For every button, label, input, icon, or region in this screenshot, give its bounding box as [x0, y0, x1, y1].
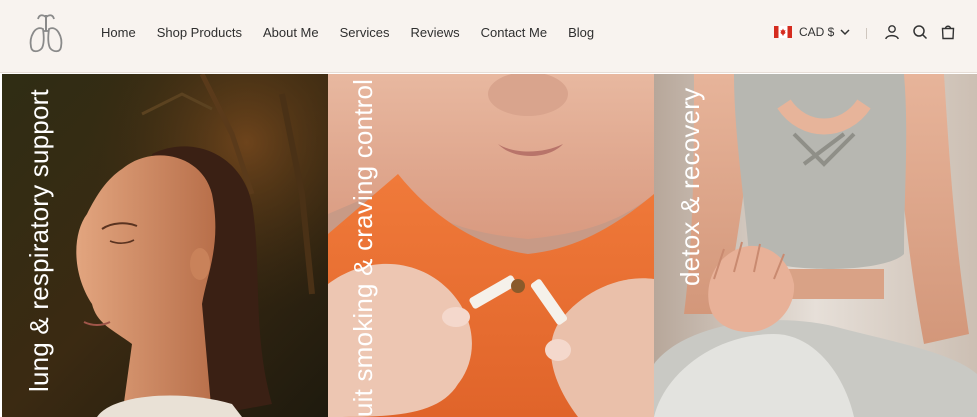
lungs-icon[interactable]: [25, 11, 67, 55]
nav-reviews[interactable]: Reviews: [410, 24, 459, 42]
tile-label: detox & recovery: [675, 87, 705, 286]
tile-label: uit smoking & craving control: [348, 78, 378, 417]
nav-home[interactable]: Home: [101, 24, 136, 42]
site-header: Home Shop Products About Me Services Rev…: [0, 0, 977, 73]
nav-contact-me[interactable]: Contact Me: [481, 24, 547, 42]
nav-blog[interactable]: Blog: [568, 24, 594, 42]
cart-icon[interactable]: [940, 24, 956, 40]
nav-services[interactable]: Services: [340, 24, 390, 42]
main-nav: Home Shop Products About Me Services Rev…: [101, 24, 594, 42]
nav-about-me[interactable]: About Me: [263, 24, 319, 42]
currency-label: CAD $: [799, 25, 835, 39]
nav-shop-products[interactable]: Shop Products: [157, 24, 242, 42]
tile-quit-smoking-craving-control[interactable]: uit smoking & craving control: [328, 74, 654, 417]
chevron-down-icon: [840, 29, 850, 36]
header-divider: [866, 28, 867, 39]
tile-detox-recovery[interactable]: detox & recovery: [654, 74, 977, 417]
currency-selector[interactable]: CAD $: [774, 25, 850, 39]
account-icon[interactable]: [884, 24, 900, 40]
tile-label: lung & respiratory support: [24, 89, 54, 392]
canada-flag-icon: [774, 26, 792, 38]
tile-lung-respiratory-support[interactable]: lung & respiratory support: [2, 74, 328, 417]
search-icon[interactable]: [912, 24, 928, 40]
hero-tiles: lung & respiratory support uit smoking &…: [2, 74, 977, 417]
